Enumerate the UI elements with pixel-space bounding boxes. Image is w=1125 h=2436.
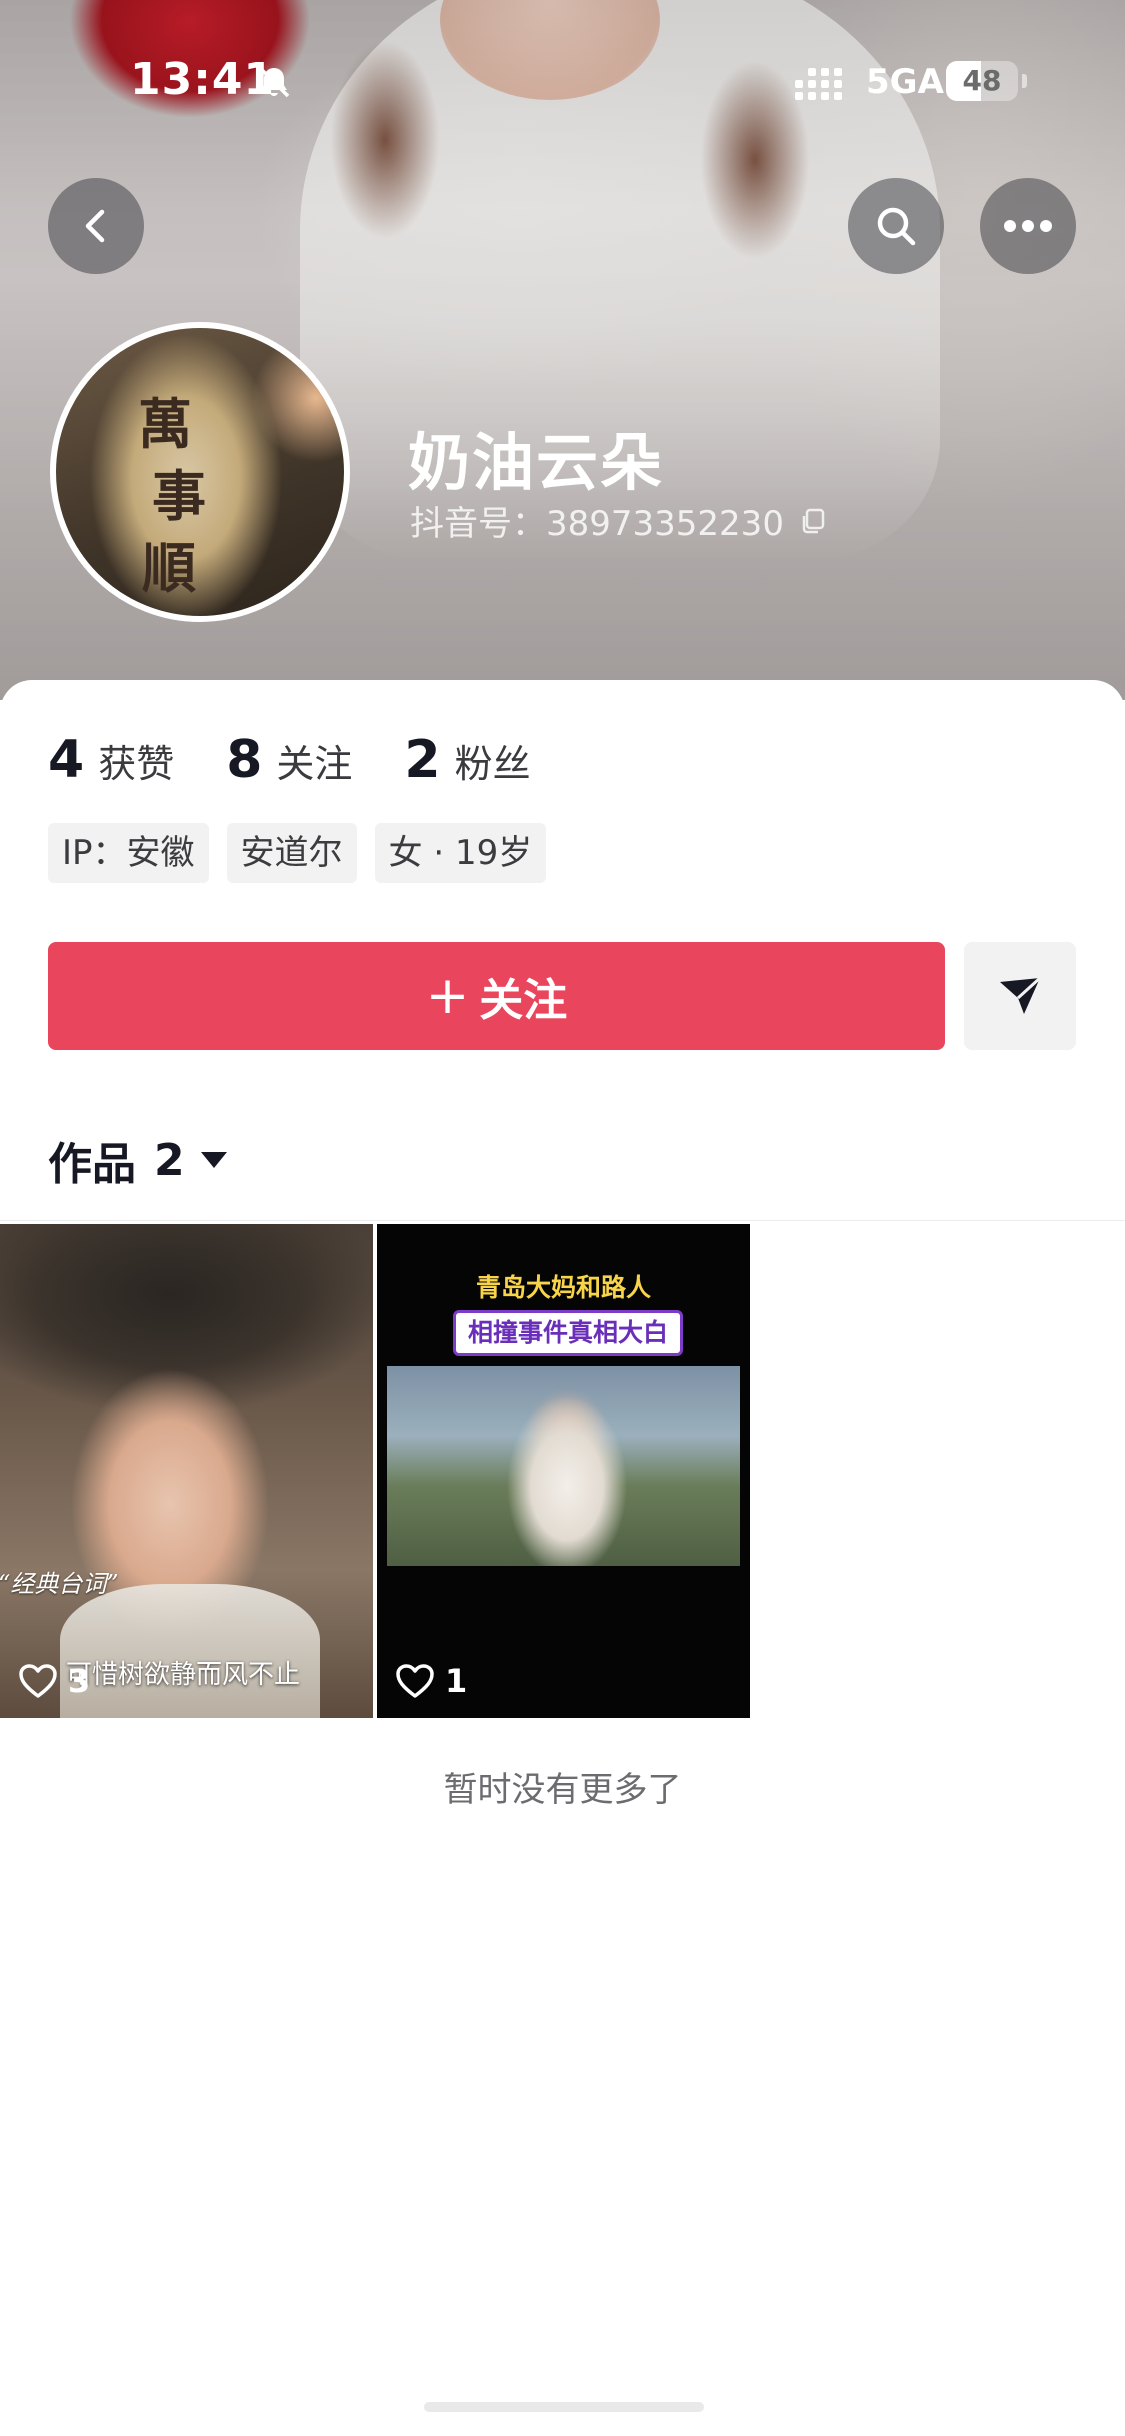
like-count-value: 3 xyxy=(68,1662,91,1700)
thumbnail-costume xyxy=(60,1584,320,1718)
divider xyxy=(0,1220,1125,1221)
like-count: 3 xyxy=(18,1662,90,1700)
stat-likes[interactable]: 4 获赞 xyxy=(48,730,174,790)
battery-icon: 48 xyxy=(946,61,1018,101)
like-count: 1 xyxy=(395,1662,467,1700)
more-button[interactable] xyxy=(980,178,1076,274)
video-thumbnail[interactable]: “经典台词” 可惜树欲静而风不止 3 xyxy=(0,1224,373,1718)
video-thumbnail[interactable]: 青岛大妈和路人 相撞事件真相大白 1 xyxy=(377,1224,750,1718)
tab-works-label: 作品 xyxy=(48,1139,136,1190)
profile-tags: IP：安徽 安道尔 女 · 19岁 xyxy=(48,823,564,883)
avatar-glyph-2: 事 xyxy=(152,464,206,528)
stat-likes-value: 4 xyxy=(48,730,85,790)
stat-followers[interactable]: 2 粉丝 xyxy=(404,730,530,790)
bell-muted-icon xyxy=(258,66,290,98)
home-indicator[interactable] xyxy=(424,2402,704,2412)
tag-location: 安道尔 xyxy=(226,823,357,883)
tag-ip: IP：安徽 xyxy=(48,823,209,883)
follow-button[interactable]: + 关注 xyxy=(48,942,945,1050)
thumbnail-caption-bottom: 可惜树欲静而风不止 xyxy=(66,1660,301,1690)
battery-cap xyxy=(1022,74,1027,88)
chevron-left-icon xyxy=(85,209,105,243)
stat-followers-value: 2 xyxy=(404,730,441,790)
douyin-id-text: 抖音号：38973352230 xyxy=(410,504,784,544)
back-button[interactable] xyxy=(48,178,144,274)
thumbnail-title: 青岛大妈和路人 xyxy=(475,1273,651,1302)
search-button[interactable] xyxy=(848,178,944,274)
stat-likes-label: 获赞 xyxy=(98,742,175,786)
tab-works[interactable]: 作品 2 xyxy=(48,1128,227,1192)
plus-icon: + xyxy=(425,966,470,1026)
signal-icon xyxy=(795,68,842,100)
works-grid: “经典台词” 可惜树欲静而风不止 3 青岛大妈和路人 相撞事件真相大白 1 xyxy=(0,1224,754,1718)
tag-gender-age: 女 · 19岁 xyxy=(374,823,547,883)
caret-down-icon[interactable] xyxy=(200,1152,227,1168)
thumbnail-scene xyxy=(387,1366,740,1566)
message-button[interactable] xyxy=(964,942,1076,1050)
search-icon xyxy=(877,207,916,246)
follow-button-label: 关注 xyxy=(479,975,568,1026)
profile-nickname: 奶油云朵 xyxy=(408,426,665,499)
like-count-value: 1 xyxy=(445,1662,468,1700)
copy-icon[interactable] xyxy=(798,506,828,536)
douyin-id[interactable]: 抖音号：38973352230 xyxy=(410,496,828,545)
avatar-glyph-3: 順 xyxy=(142,536,196,600)
avatar-glyph-1: 萬 xyxy=(138,392,192,456)
avatar[interactable]: 萬 事 順 xyxy=(50,322,350,622)
battery-percent: 48 xyxy=(962,64,1002,97)
no-more-text: 暂时没有更多了 xyxy=(443,1770,682,1810)
tab-works-count: 2 xyxy=(154,1134,185,1186)
profile-card: 4 获赞 8 关注 2 粉丝 IP：安徽 安道尔 女 · 19岁 + 关注 作品… xyxy=(0,680,1125,2436)
send-icon xyxy=(1000,976,1042,1014)
stat-following-label: 关注 xyxy=(276,742,353,786)
stat-following-value: 8 xyxy=(226,730,263,790)
stat-followers-label: 粉丝 xyxy=(454,742,531,786)
more-dots-icon xyxy=(1004,220,1052,232)
profile-stats: 4 获赞 8 关注 2 粉丝 xyxy=(48,730,583,790)
status-bar: 13:41 5GA 48 xyxy=(0,0,1125,160)
thumbnail-caption-top: “经典台词” xyxy=(0,1570,119,1598)
network-type: 5GA xyxy=(866,62,944,102)
heart-icon xyxy=(19,1664,57,1698)
thumbnail-subtitle: 相撞事件真相大白 xyxy=(453,1310,684,1356)
heart-icon xyxy=(396,1664,434,1698)
stat-following[interactable]: 8 关注 xyxy=(226,730,352,790)
